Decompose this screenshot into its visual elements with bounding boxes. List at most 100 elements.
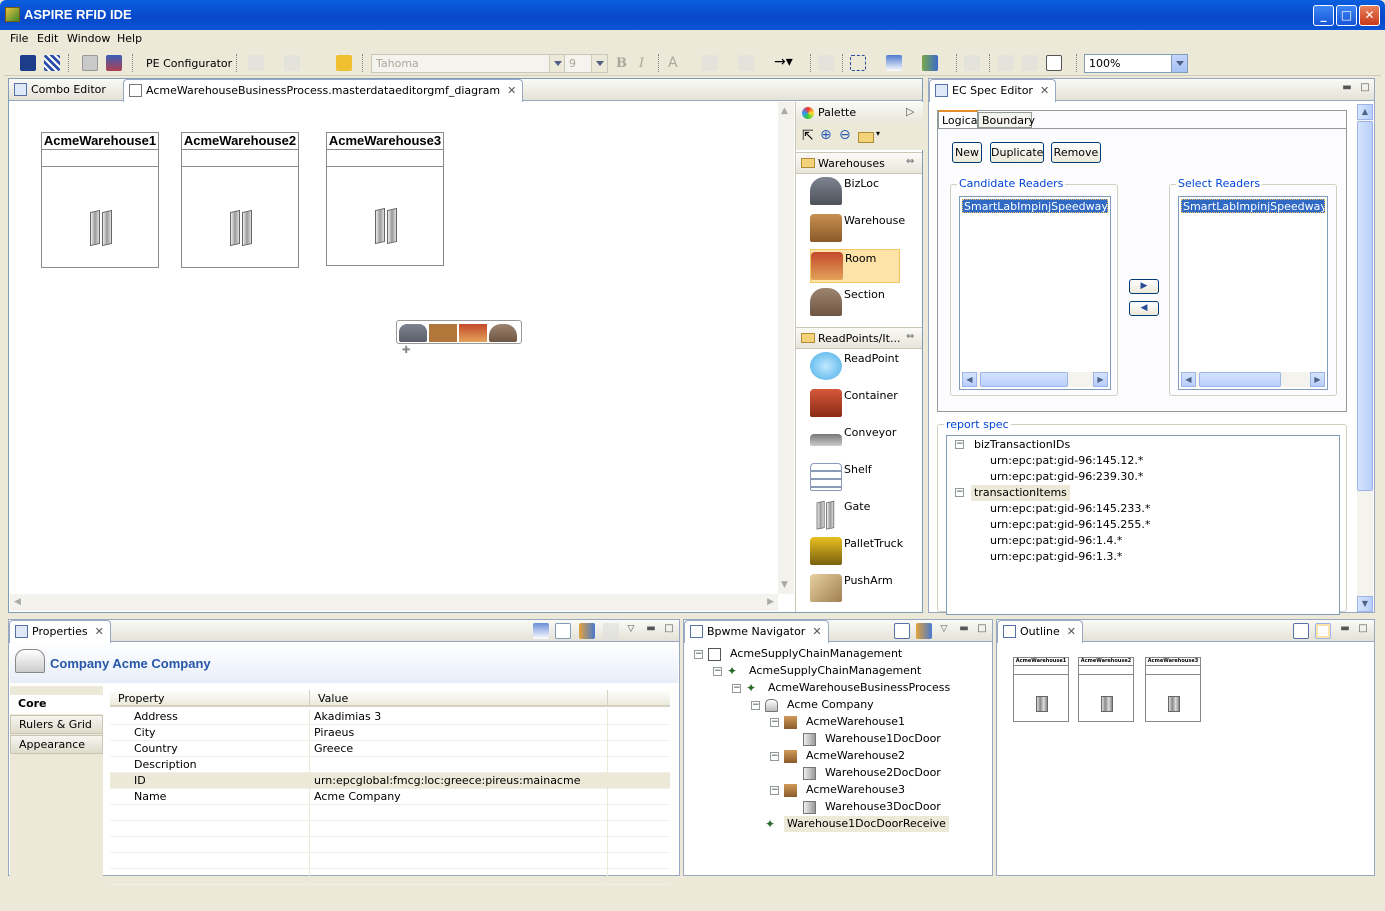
- fill-color-icon[interactable]: [702, 55, 718, 71]
- list-item[interactable]: SmartLabImpinjSpeedwayLogi: [1181, 199, 1325, 213]
- minimize-view-icon[interactable]: ▬: [1341, 83, 1353, 95]
- close-tab-icon[interactable]: ✕: [507, 84, 516, 97]
- bizloc-icon[interactable]: [399, 324, 427, 342]
- warehouse-node[interactable]: AcmeWarehouse3: [326, 132, 444, 266]
- table-row[interactable]: Address Akadimias 3: [110, 709, 670, 725]
- link-editor-icon[interactable]: [916, 623, 932, 639]
- route-icon[interactable]: [998, 55, 1014, 71]
- palette-container[interactable]: Container: [796, 387, 906, 421]
- view-menu-icon[interactable]: ▽: [625, 624, 637, 636]
- restore-icon[interactable]: [603, 623, 619, 639]
- maximize-view-icon[interactable]: □: [663, 624, 675, 636]
- vertical-scrollbar[interactable]: ▲ ▼: [778, 102, 794, 594]
- new-button[interactable]: New: [952, 142, 982, 163]
- menu-edit[interactable]: Edit: [37, 32, 58, 45]
- table-row[interactable]: [110, 837, 670, 853]
- line-style-icon[interactable]: →▾: [774, 54, 793, 70]
- outline-thumbnail[interactable]: AcmeWarehouse1: [1013, 657, 1069, 722]
- tree-node[interactable]: AcmeWarehouse1: [803, 714, 908, 730]
- overview-icon[interactable]: [1315, 623, 1331, 639]
- palette-bizloc[interactable]: BizLoc: [796, 175, 906, 209]
- bold-button[interactable]: B: [616, 56, 627, 71]
- column-header-value[interactable]: Value: [318, 692, 348, 705]
- collapse-icon[interactable]: −: [770, 752, 779, 761]
- maximize-view-icon[interactable]: □: [976, 624, 988, 636]
- tree-node[interactable]: Warehouse1DocDoor: [822, 731, 944, 747]
- tab-ec-spec[interactable]: EC Spec Editor ✕: [929, 79, 1057, 102]
- palette-readpoint[interactable]: ReadPoint: [796, 350, 906, 384]
- table-row[interactable]: [110, 853, 670, 869]
- size-icon[interactable]: [964, 55, 980, 71]
- outline-thumbnail[interactable]: AcmeWarehouse2: [1078, 657, 1134, 722]
- tree-node[interactable]: Acme Company: [784, 697, 877, 713]
- rfid-icon[interactable]: [20, 55, 36, 71]
- zoom-out-icon[interactable]: ⊖: [839, 127, 851, 143]
- horizontal-scrollbar[interactable]: ◀ ▶: [10, 594, 778, 611]
- collapse-icon[interactable]: −: [694, 650, 703, 659]
- property-value[interactable]: Piraeus: [314, 725, 354, 741]
- section-icon[interactable]: [489, 324, 517, 342]
- tree-node[interactable]: transactionItems: [971, 485, 1070, 501]
- tree-leaf[interactable]: urn:epc:pat:gid-96:145.233.*: [990, 501, 1150, 517]
- tree-icon[interactable]: [555, 623, 571, 639]
- save-icon[interactable]: [82, 55, 98, 71]
- table-row[interactable]: Country Greece: [110, 741, 670, 757]
- palette-pallettruck[interactable]: PalletTruck: [796, 535, 906, 569]
- table-row[interactable]: [110, 805, 670, 821]
- table-row[interactable]: [110, 821, 670, 837]
- column-header-property[interactable]: Property: [118, 692, 165, 705]
- tree-node[interactable]: bizTransactionIDs: [971, 437, 1073, 453]
- maximize-view-icon[interactable]: □: [1357, 624, 1369, 636]
- tab-outline[interactable]: Outline ✕: [997, 620, 1084, 643]
- duplicate-button[interactable]: Duplicate: [990, 142, 1044, 163]
- palette-shelf[interactable]: Shelf: [796, 461, 906, 495]
- candidate-readers-list[interactable]: SmartLabImpinjSpeedwayLogic ◀▶: [959, 196, 1111, 390]
- font-color-button[interactable]: A: [668, 55, 678, 71]
- collapse-icon[interactable]: −: [751, 701, 760, 710]
- tree-node[interactable]: AcmeWarehouse2: [803, 748, 908, 764]
- table-row[interactable]: Description: [110, 757, 670, 773]
- property-value[interactable]: Akadimias 3: [314, 709, 381, 725]
- pin-icon[interactable]: ⇔: [906, 331, 914, 342]
- minimize-button[interactable]: _: [1313, 5, 1334, 26]
- report-spec-tree[interactable]: − bizTransactionIDs urn:epc:pat:gid-96:145…: [946, 435, 1340, 615]
- arrange-icon[interactable]: [886, 55, 902, 71]
- side-tab-rulers-grid[interactable]: Rulers & Grid: [10, 715, 103, 734]
- property-value[interactable]: Greece: [314, 741, 353, 757]
- collapse-icon[interactable]: −: [770, 786, 779, 795]
- menu-file[interactable]: File: [10, 32, 28, 45]
- copy-format-icon[interactable]: [818, 55, 834, 71]
- pin-view-icon[interactable]: [533, 623, 549, 639]
- close-tab-icon[interactable]: ✕: [1040, 84, 1049, 97]
- collapse-icon[interactable]: −: [713, 667, 722, 676]
- minimize-view-icon[interactable]: ▬: [1339, 624, 1351, 636]
- side-tab-core[interactable]: Core: [10, 695, 103, 714]
- close-tab-icon[interactable]: ✕: [95, 625, 104, 638]
- palette-collapse-icon[interactable]: ▷: [906, 105, 914, 118]
- line-color-icon[interactable]: [738, 55, 754, 71]
- sort-icon[interactable]: [579, 623, 595, 639]
- outline-thumbnail[interactable]: AcmeWarehouse3: [1145, 657, 1201, 722]
- select-readers-list[interactable]: SmartLabImpinjSpeedwayLogi ◀▶: [1178, 196, 1328, 390]
- zoom-combo[interactable]: 100%: [1084, 54, 1188, 73]
- tab-bpwme-navigator[interactable]: Bpwme Navigator ✕: [684, 620, 829, 643]
- select-tool-icon[interactable]: ⇱: [802, 128, 814, 144]
- tab-properties[interactable]: Properties ✕: [9, 620, 111, 643]
- tree-node[interactable]: AcmeSupplyChainManagement: [727, 646, 905, 662]
- table-row[interactable]: Name Acme Company: [110, 789, 670, 805]
- remove-button[interactable]: Remove: [1051, 142, 1101, 163]
- collapse-icon[interactable]: −: [770, 718, 779, 727]
- arrow-undo-icon[interactable]: [336, 55, 352, 71]
- close-tab-icon[interactable]: ✕: [1067, 625, 1076, 638]
- tab-combo-editor[interactable]: Combo Editor: [9, 79, 112, 101]
- note-icon[interactable]: [858, 132, 874, 143]
- back-icon[interactable]: [248, 55, 264, 71]
- tree-leaf[interactable]: urn:epc:pat:gid-96:145.12.*: [990, 453, 1143, 469]
- font-size-combo[interactable]: 9: [564, 54, 608, 73]
- pin-icon[interactable]: ⇔: [906, 156, 914, 167]
- add-reader-button[interactable]: ▶: [1129, 279, 1159, 294]
- tree-node[interactable]: AcmeWarehouse3: [803, 782, 908, 798]
- view-menu-icon[interactable]: ▽: [938, 624, 950, 636]
- grid-icon[interactable]: [44, 55, 60, 71]
- table-row[interactable]: ID urn:epcglobal:fmcg:loc:greece:pireus:m…: [110, 773, 670, 789]
